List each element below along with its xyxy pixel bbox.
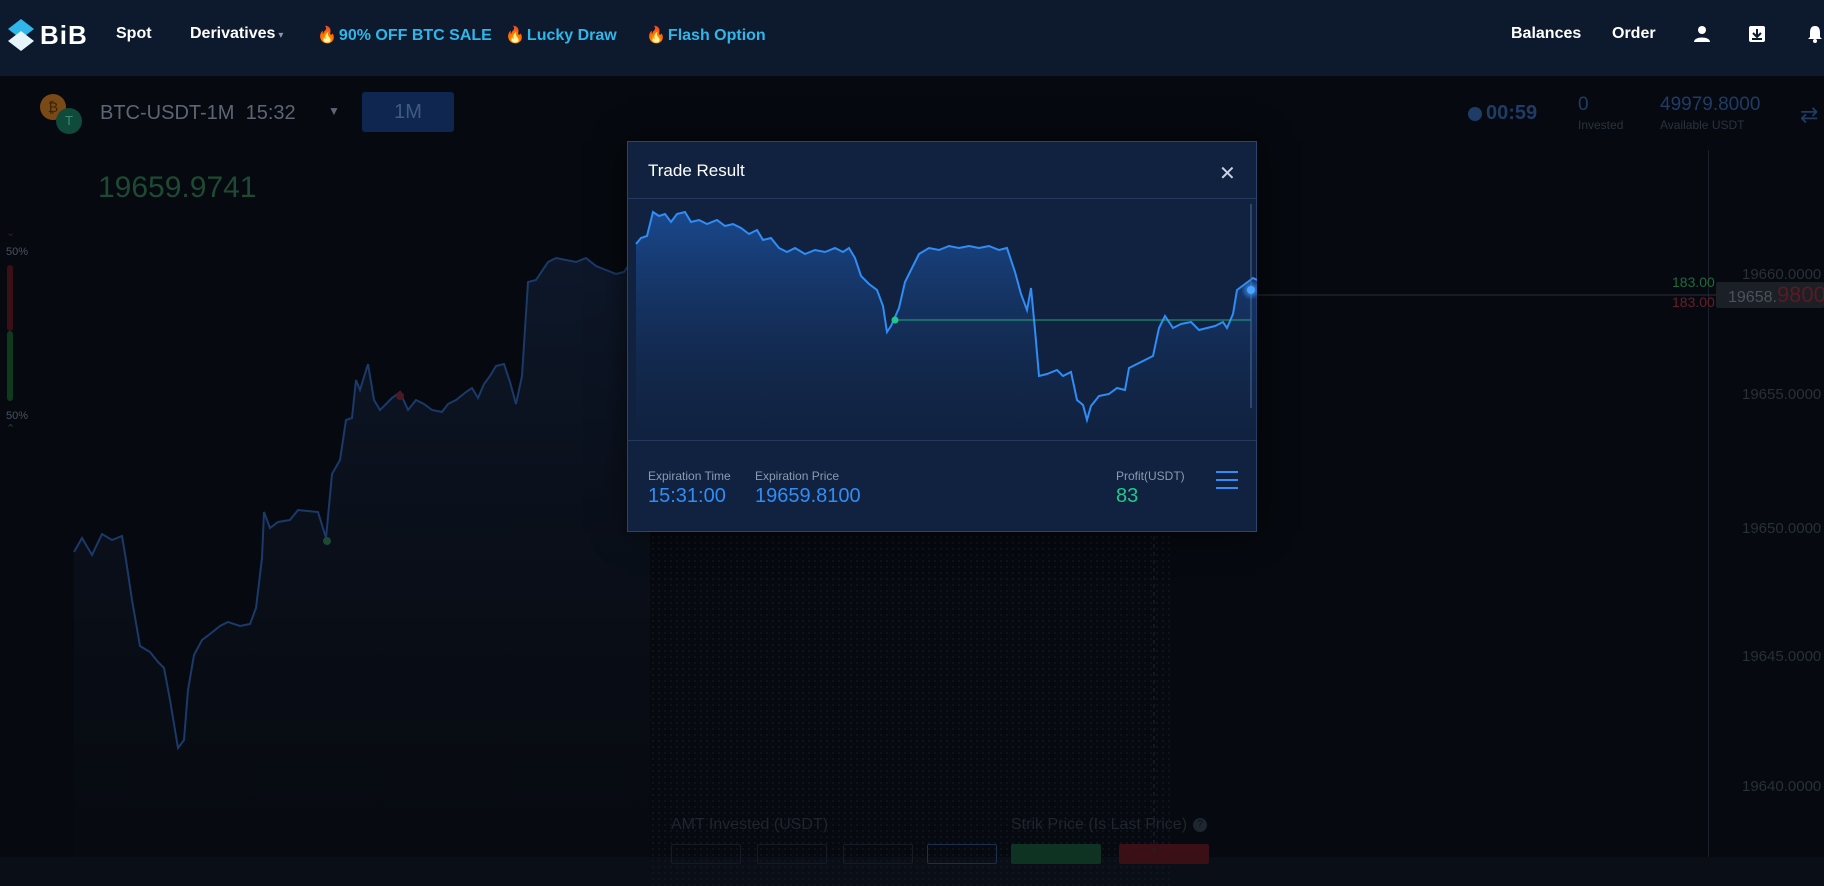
expiration-time-label: Expiration Time	[648, 469, 731, 483]
exit-point-marker	[1247, 286, 1255, 294]
trade-result-modal: Trade Result ✕ Expiration Time 15:31:00 …	[627, 141, 1257, 532]
modal-title: Trade Result	[648, 161, 745, 180]
trade-result-chart	[635, 204, 1257, 440]
close-icon[interactable]: ✕	[1219, 161, 1236, 186]
nav-spot[interactable]: Spot	[116, 25, 152, 43]
logo[interactable]: BiB	[6, 17, 88, 53]
nav-lucky-draw-label: Lucky Draw	[526, 27, 617, 44]
nav-lucky-draw[interactable]: 🔥 Lucky Draw	[505, 25, 617, 45]
download-icon[interactable]	[1748, 25, 1766, 43]
modal-footer: Expiration Time 15:31:00 Expiration Pric…	[628, 440, 1256, 532]
nav-derivatives[interactable]: Derivatives ▾	[190, 25, 283, 43]
fire-icon: 🔥	[646, 27, 666, 44]
background-trade-marker	[396, 392, 404, 400]
nav-flash-option-label: Flash Option	[667, 27, 766, 44]
profit-label: Profit(USDT)	[1116, 469, 1185, 483]
nav-derivatives-label: Derivatives	[190, 25, 276, 42]
nav-flash-option[interactable]: 🔥 Flash Option	[646, 25, 766, 45]
nav-btc-sale-label: 90% OFF BTC SALE	[338, 27, 492, 44]
user-icon[interactable]	[1693, 25, 1711, 43]
background-entry-marker	[323, 537, 331, 545]
menu-icon[interactable]	[1216, 471, 1238, 493]
expiration-price-value: 19659.8100	[755, 485, 861, 507]
nav-order[interactable]: Order	[1612, 25, 1656, 43]
background-chart-area	[74, 238, 650, 857]
bell-icon[interactable]	[1806, 25, 1824, 43]
bib-logo-icon	[8, 19, 34, 51]
nav-btc-sale[interactable]: 🔥 90% OFF BTC SALE	[317, 25, 492, 45]
logo-text: BiB	[40, 19, 88, 50]
entry-point-marker	[891, 316, 899, 324]
top-navbar: BiB Spot Derivatives ▾ 🔥 90% OFF BTC SALE …	[0, 0, 1824, 76]
profit-value: 83	[1116, 485, 1139, 507]
nav-balances[interactable]: Balances	[1511, 25, 1581, 43]
expiration-price-label: Expiration Price	[755, 469, 840, 483]
fire-icon: 🔥	[505, 27, 525, 44]
expiration-time-value: 15:31:00	[648, 485, 726, 507]
fire-icon: 🔥	[317, 27, 337, 44]
modal-header: Trade Result ✕	[628, 142, 1256, 199]
chevron-down-icon: ▾	[278, 30, 284, 41]
